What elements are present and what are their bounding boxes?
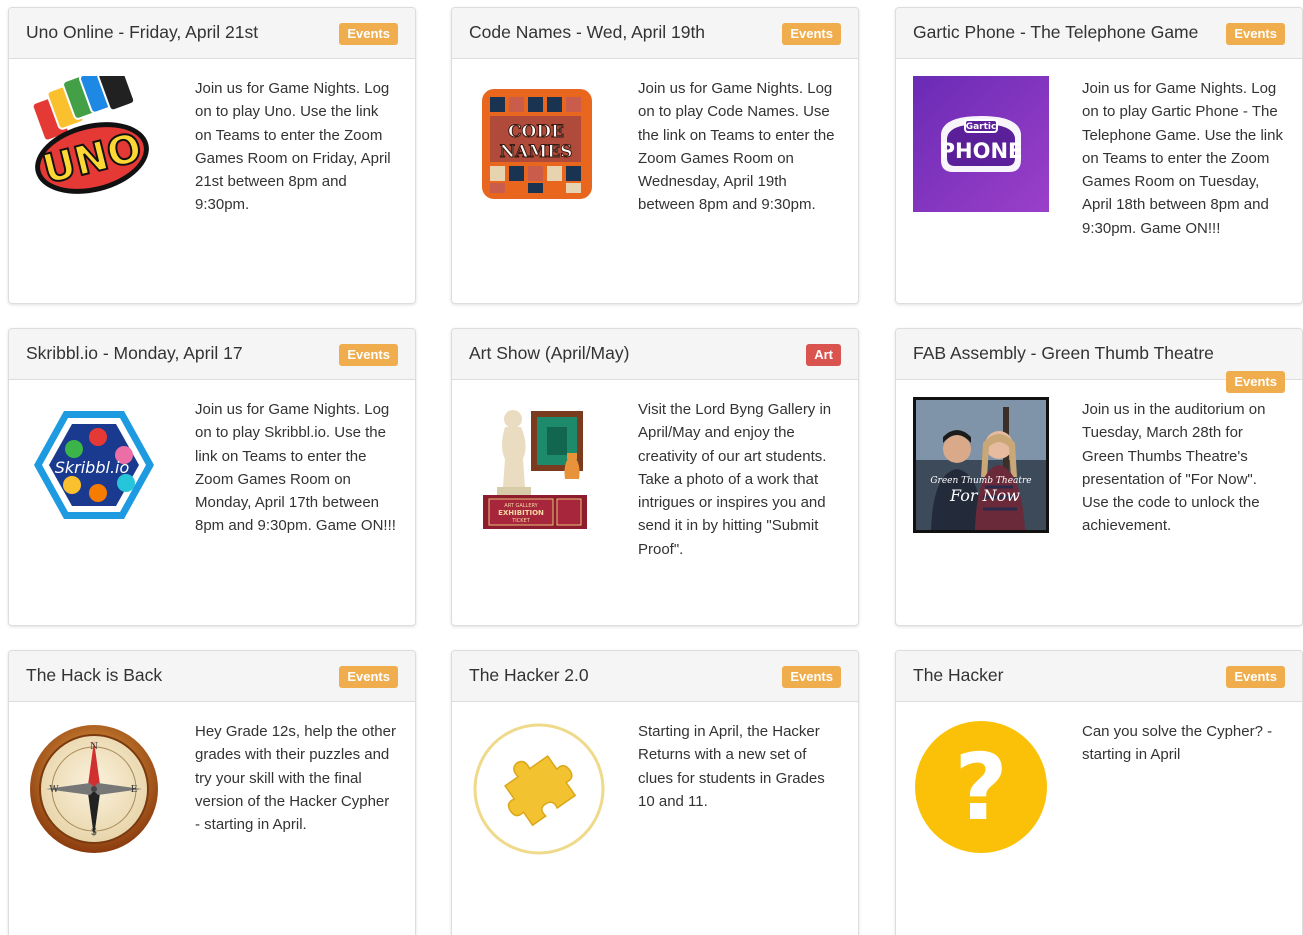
code-names-logo-text: CODE	[508, 122, 564, 142]
card-code-names[interactable]: Code Names - Wed, April 19th Events CODE	[451, 7, 859, 304]
compass-letter: E	[131, 785, 138, 795]
art-badge[interactable]: Art	[806, 344, 841, 366]
card-header: The Hacker 2.0 Events	[452, 651, 858, 702]
card-description: Hey Grade 12s, help the other grades wit…	[195, 723, 396, 834]
card-uno-online[interactable]: Uno Online - Friday, April 21st Events U…	[8, 7, 416, 304]
card-hack-is-back[interactable]: The Hack is Back Events N E W S Hey Grad…	[8, 650, 416, 935]
card-body: N E W S Hey Grade 12s, help the other gr…	[9, 702, 415, 853]
card-description: Join us for Game Nights. Log on to play …	[638, 80, 835, 214]
compass-icon[interactable]: N E W S	[26, 719, 162, 855]
card-description: Join us for Game Nights. Log on to play …	[195, 401, 396, 535]
card-body: Skribbl.io Join us for Game Nights. Log …	[9, 380, 415, 538]
gartic-logo-text: Gartic	[966, 122, 997, 132]
poster-text: For Now	[949, 486, 1020, 505]
card-header: The Hack is Back Events	[9, 651, 415, 702]
events-badge[interactable]: Events	[339, 666, 398, 688]
card-header: FAB Assembly - Green Thumb Theatre Event…	[896, 329, 1302, 393]
card-gartic-phone[interactable]: Gartic Phone - The Telephone Game Events…	[895, 7, 1303, 304]
card-art-show[interactable]: Art Show (April/May) Art ART GALLERY EXH…	[451, 328, 859, 626]
card-body: ART GALLERY EXHIBITION TICKET Visit the …	[452, 380, 858, 561]
skribbl-logo-text: Skribbl.io	[55, 458, 130, 477]
card-header: Uno Online - Friday, April 21st Events	[9, 8, 415, 59]
events-badge[interactable]: Events	[339, 23, 398, 45]
card-skribbl[interactable]: Skribbl.io - Monday, April 17 Events Skr…	[8, 328, 416, 626]
card-description: Join us in the auditorium on Tuesday, Ma…	[1082, 401, 1266, 535]
gartic-phone-logo-icon[interactable]: Gartic PHONE	[913, 76, 1049, 212]
card-body: CODE NAMES Join us for Game Nights. Log …	[452, 59, 858, 217]
code-names-logo-icon[interactable]: CODE NAMES	[469, 76, 605, 212]
poster-text: Green Thumb Theatre	[930, 476, 1031, 486]
card-description: Can you solve the Cypher? - starting in …	[1082, 723, 1273, 764]
events-badge[interactable]: Events	[782, 666, 841, 688]
card-body: Green Thumb Theatre For Now Join us in t…	[896, 380, 1302, 538]
compass-letter: W	[49, 785, 59, 795]
card-header: Code Names - Wed, April 19th Events	[452, 8, 858, 59]
card-body: ? Can you solve the Cypher? - starting i…	[896, 702, 1302, 853]
question-mark-text: ?	[954, 734, 1007, 841]
card-description: Visit the Lord Byng Gallery in April/May…	[638, 401, 832, 558]
card-header: Gartic Phone - The Telephone Game Events	[896, 8, 1302, 59]
card-title[interactable]: FAB Assembly - Green Thumb Theatre	[913, 342, 1285, 364]
card-body: Gartic PHONE Join us for Game Nights. Lo…	[896, 59, 1302, 240]
card-body: Starting in April, the Hacker Returns wi…	[452, 702, 858, 855]
card-hacker-2[interactable]: The Hacker 2.0 Events Starting in April,…	[451, 650, 859, 935]
card-title[interactable]: Art Show (April/May)	[469, 342, 841, 364]
events-badge[interactable]: Events	[782, 23, 841, 45]
art-gallery-icon[interactable]: ART GALLERY EXHIBITION TICKET	[469, 397, 605, 533]
compass-letter: S	[91, 828, 97, 838]
gartic-logo-text: PHONE	[940, 139, 1023, 163]
card-description: Join us for Game Nights. Log on to play …	[1082, 80, 1283, 237]
ticket-text: EXHIBITION	[498, 509, 544, 517]
card-hacker[interactable]: The Hacker Events ? Can you solve the Cy…	[895, 650, 1303, 935]
card-description: Starting in April, the Hacker Returns wi…	[638, 723, 825, 810]
card-fab-assembly[interactable]: FAB Assembly - Green Thumb Theatre Event…	[895, 328, 1303, 626]
events-badge[interactable]: Events	[339, 344, 398, 366]
events-badge[interactable]: Events	[1226, 666, 1285, 688]
card-description: Join us for Game Nights. Log on to play …	[195, 80, 391, 214]
events-badge[interactable]: Events	[1226, 23, 1285, 45]
compass-letter: N	[90, 742, 98, 752]
ticket-text: TICKET	[511, 518, 530, 524]
uno-logo-icon[interactable]: UNO	[26, 65, 162, 212]
question-mark-icon[interactable]: ?	[913, 719, 1049, 855]
theatre-poster-image[interactable]: Green Thumb Theatre For Now	[913, 397, 1049, 533]
puzzle-piece-icon[interactable]	[469, 719, 605, 855]
code-names-logo-text: NAMES	[500, 142, 573, 162]
card-header: The Hacker Events	[896, 651, 1302, 702]
card-header: Skribbl.io - Monday, April 17 Events	[9, 329, 415, 380]
skribbl-logo-icon[interactable]: Skribbl.io	[26, 397, 162, 533]
card-body: UNO Join us for Game Nights. Log on to p…	[9, 59, 415, 217]
card-header: Art Show (April/May) Art	[452, 329, 858, 380]
